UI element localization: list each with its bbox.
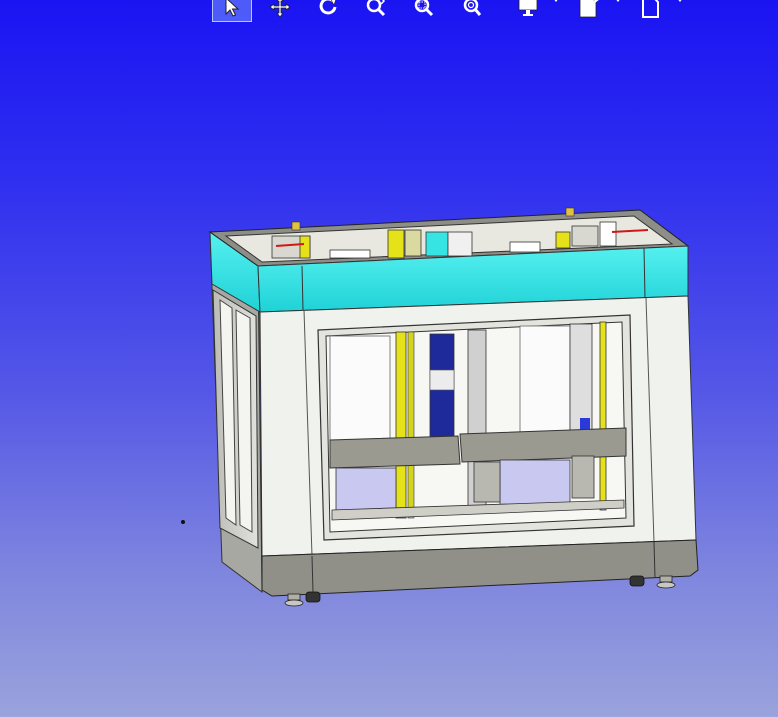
rotate-button[interactable] [308, 0, 348, 22]
section-view-button[interactable] [568, 0, 608, 22]
chevron-down-icon[interactable] [614, 0, 622, 4]
pan-button[interactable] [260, 0, 300, 22]
monitor-icon [518, 0, 538, 16]
chevron-down-icon[interactable] [676, 0, 684, 4]
zoom-dynamic-button[interactable] [356, 0, 396, 22]
chevron-down-icon[interactable] [552, 0, 560, 4]
view-toolbar [212, 0, 692, 24]
select-button[interactable] [212, 0, 252, 22]
cad-model[interactable] [0, 0, 778, 717]
cursor-arrow-icon [225, 0, 240, 17]
3d-viewport[interactable] [0, 0, 778, 717]
zoom-window-button[interactable] [404, 0, 444, 22]
zoom-fit-icon [463, 0, 482, 16]
display-mode-button[interactable] [508, 0, 548, 22]
zoom-fit-button[interactable] [452, 0, 492, 22]
view-orientation-button[interactable] [630, 0, 670, 22]
section-view-icon [579, 0, 599, 18]
move-arrows-icon [269, 0, 291, 18]
view-cube-icon [642, 0, 659, 18]
rotate-icon [319, 0, 337, 15]
origin-marker [181, 520, 185, 524]
zoom-dynamic-icon [366, 0, 386, 17]
cabinet-interior [329, 321, 627, 521]
zoom-window-icon [414, 0, 434, 17]
cabinet-left-side [209, 231, 263, 594]
